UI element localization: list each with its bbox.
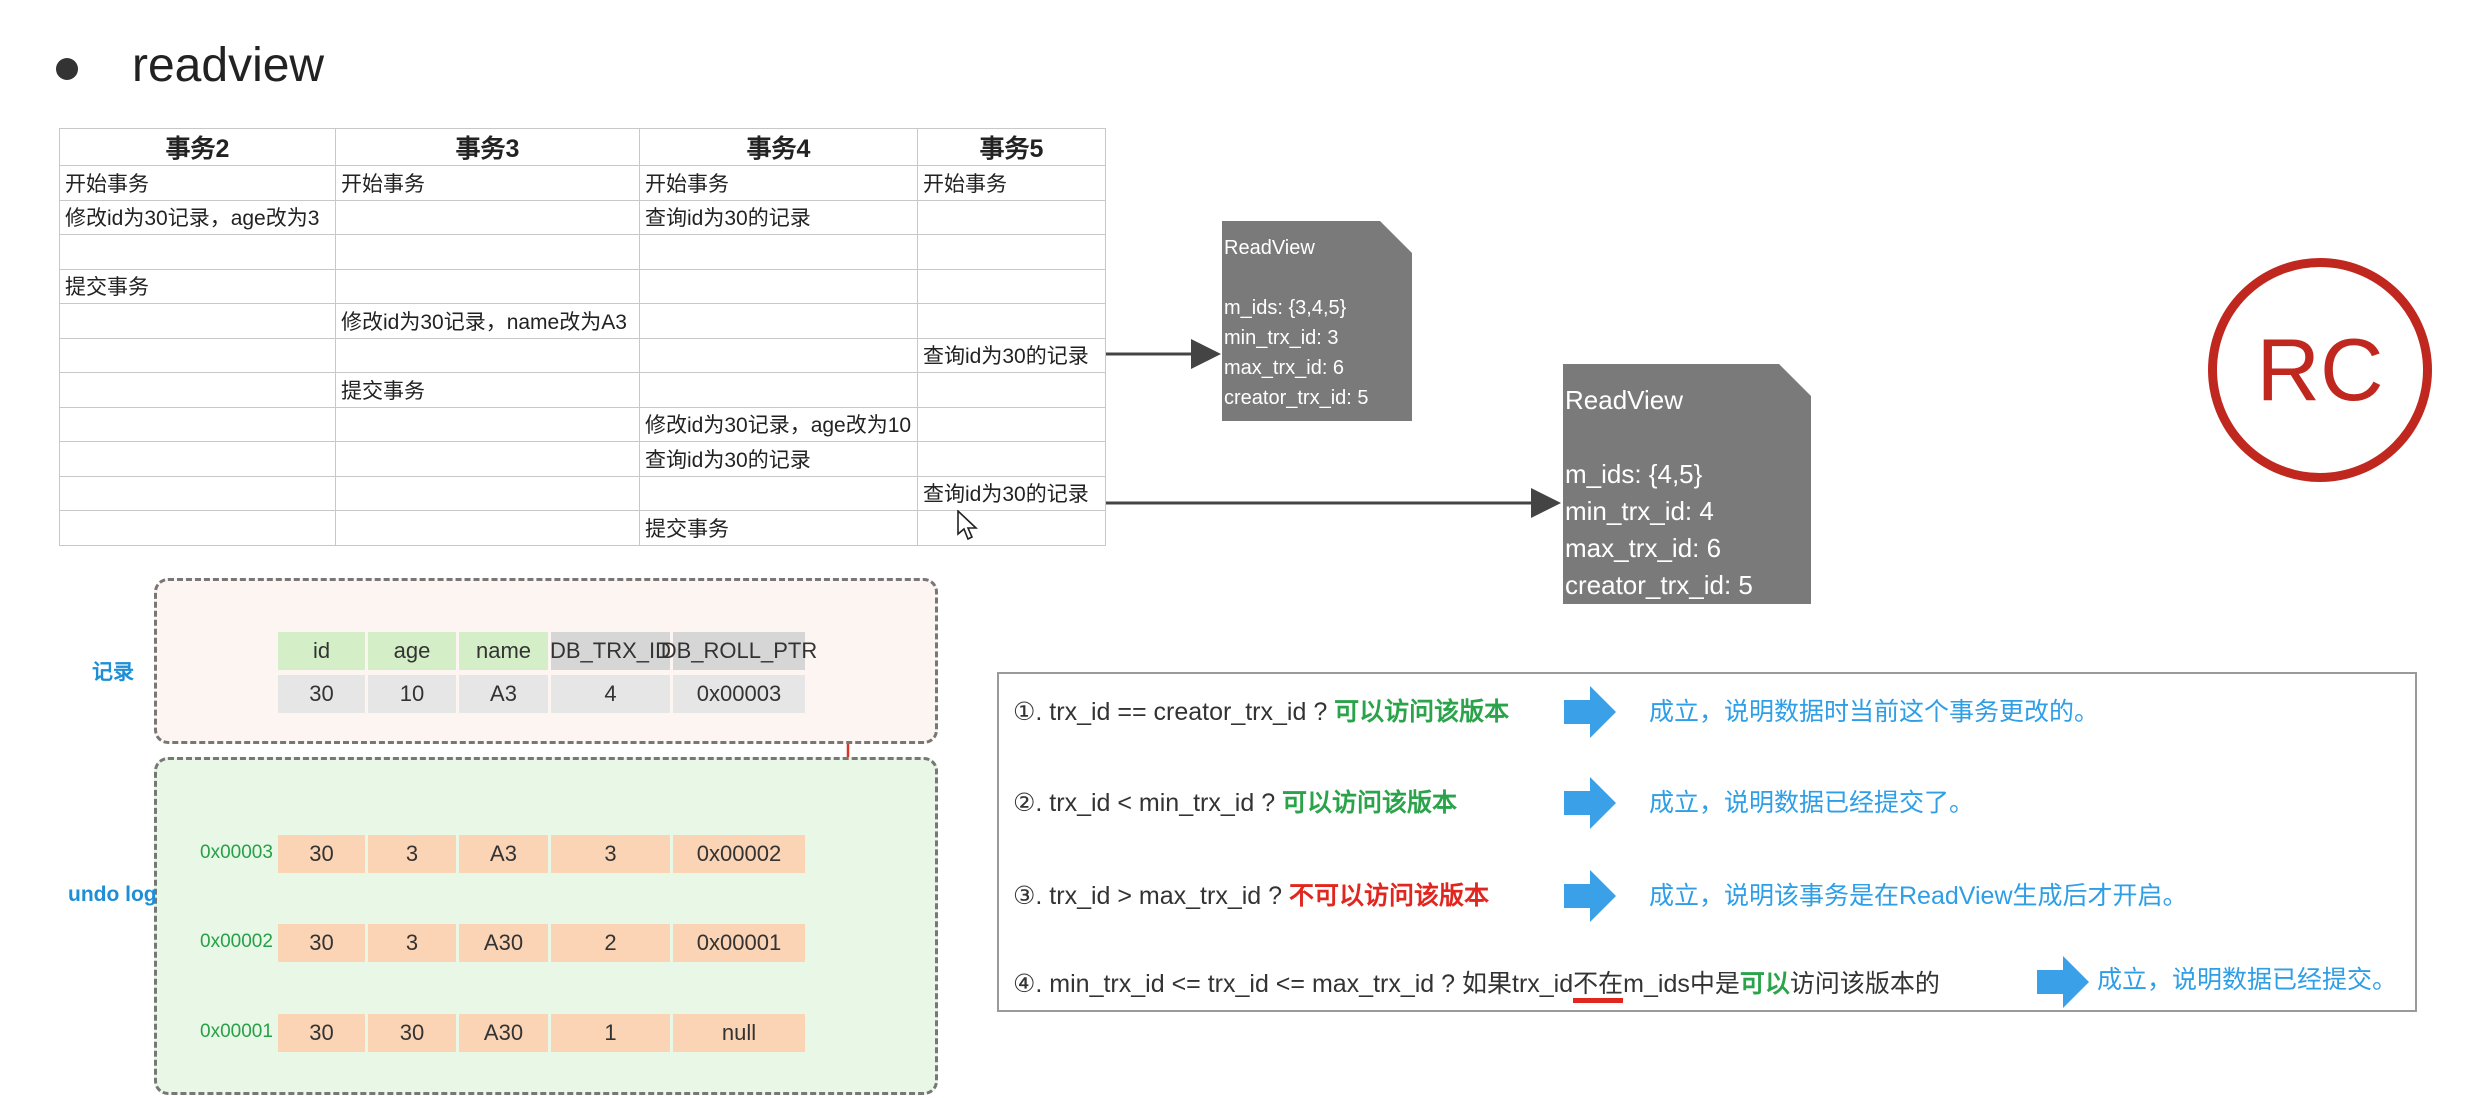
- right-arrow-icon: [1564, 686, 1616, 738]
- readview-card-2: ReadView m_ids: {4,5} min_trx_id: 4 max_…: [1563, 364, 1811, 604]
- rule-2-condition: ②. trx_id < min_trx_id ?: [1013, 789, 1283, 817]
- undo-cell: 3: [368, 835, 456, 873]
- undo-cell: 2: [551, 924, 670, 962]
- record-value-cell: 4: [551, 675, 670, 713]
- record-label: 记录: [92, 661, 134, 684]
- undo-cell: A3: [459, 835, 548, 873]
- rule-4-condition-b: m_ids中是: [1623, 970, 1740, 998]
- rule-4-not-in: 不在: [1573, 970, 1624, 1003]
- rule-1-condition: ①. trx_id == creator_trx_id ?: [1013, 698, 1335, 726]
- undo-row: 30 3 A30 2 0x00001: [278, 924, 805, 962]
- undo-address-label: 0x00001: [200, 1021, 273, 1042]
- record-header-cell: age: [368, 632, 456, 670]
- rule-2: ②. trx_id < min_trx_id ? 可以访问该版本: [1013, 783, 1457, 819]
- undo-cell: 30: [278, 1014, 365, 1052]
- undo-row: 30 3 A3 3 0x00002: [278, 835, 805, 873]
- record-header-cell: DB_ROLL_PTR: [661, 632, 817, 670]
- mouse-cursor-icon: [957, 510, 979, 541]
- right-arrow-icon: [1564, 777, 1616, 829]
- undo-cell: 3: [368, 924, 456, 962]
- undo-cell: 30: [278, 835, 365, 873]
- record-value-row: 30 10 A3 4 0x00003: [278, 675, 805, 713]
- right-arrow-icon: [2037, 956, 2089, 1008]
- readview-m-ids: m_ids: {3,4,5}: [1224, 297, 1347, 319]
- readview-m-ids: m_ids: {4,5}: [1565, 459, 1703, 489]
- undo-cell: 30: [278, 924, 365, 962]
- undo-address-label: 0x00003: [200, 842, 273, 863]
- rule-4-result: 成立，说明数据已经提交。: [2097, 966, 2398, 994]
- undo-log-label: undo log: [68, 883, 157, 906]
- readview-creator-trx-id: creator_trx_id: 5: [1565, 570, 1753, 600]
- rule-1-result: 成立，说明数据时当前这个事务更改的。: [1649, 698, 2100, 726]
- rule-4: ④. min_trx_id <= trx_id <= max_trx_id ? …: [1013, 964, 1940, 1003]
- readview-min-trx-id: min_trx_id: 3: [1224, 327, 1339, 349]
- rule-2-result: 成立，说明数据已经提交了。: [1649, 789, 1975, 817]
- readview-max-trx-id: max_trx_id: 6: [1224, 357, 1345, 379]
- rule-4-can: 可以: [1739, 970, 1790, 998]
- rule-1: ①. trx_id == creator_trx_id ? 可以访问该版本: [1013, 692, 1509, 728]
- rule-3-result: 成立，说明该事务是在ReadView生成后才开启。: [1649, 882, 2188, 910]
- record-header-cell: name: [459, 632, 548, 670]
- undo-cell: 3: [551, 835, 670, 873]
- record-header-cell: id: [278, 632, 365, 670]
- readview-min-trx-id: min_trx_id: 4: [1565, 496, 1714, 526]
- undo-address-label: 0x00002: [200, 931, 273, 952]
- record-header-row: id age name DB_TRX_ID DB_ROLL_PTR: [278, 632, 817, 670]
- undo-cell: 0x00002: [673, 835, 805, 873]
- record-value-cell: 10: [368, 675, 456, 713]
- readview-max-trx-id: max_trx_id: 6: [1565, 533, 1722, 563]
- undo-cell: A30: [459, 1014, 548, 1052]
- rule-2-verdict: 可以访问该版本: [1282, 789, 1458, 817]
- rule-3-verdict: 不可以访问该版本: [1289, 882, 1490, 910]
- readview-title: ReadView: [1224, 237, 1315, 259]
- right-arrow-icon: [1564, 870, 1616, 922]
- rule-3-condition: ③. trx_id > max_trx_id ?: [1013, 882, 1289, 910]
- undo-cell: null: [673, 1014, 805, 1052]
- undo-cell: A30: [459, 924, 548, 962]
- record-value-cell: A3: [459, 675, 548, 713]
- undo-cell: 1: [551, 1014, 670, 1052]
- readview-creator-trx-id: creator_trx_id: 5: [1224, 387, 1369, 409]
- record-value-cell: 30: [278, 675, 365, 713]
- rule-4-condition-c: 访问该版本的: [1789, 970, 1940, 998]
- record-value-cell: 0x00003: [673, 675, 805, 713]
- rule-4-condition-a: ④. min_trx_id <= trx_id <= max_trx_id ? …: [1013, 970, 1574, 998]
- undo-cell: 30: [368, 1014, 456, 1052]
- rule-3: ③. trx_id > max_trx_id ? 不可以访问该版本: [1013, 876, 1489, 912]
- readview-card-1: ReadView m_ids: {3,4,5} min_trx_id: 3 ma…: [1222, 221, 1412, 421]
- readview-title: ReadView: [1565, 385, 1684, 415]
- undo-row: 30 30 A30 1 null: [278, 1014, 805, 1052]
- rules-box: ①. trx_id == creator_trx_id ? 可以访问该版本 成立…: [997, 672, 2417, 1012]
- undo-cell: 0x00001: [673, 924, 805, 962]
- record-header-cell: DB_TRX_ID: [550, 632, 671, 670]
- rule-1-verdict: 可以访问该版本: [1334, 698, 1510, 726]
- rc-stamp-text: RC: [2256, 320, 2384, 419]
